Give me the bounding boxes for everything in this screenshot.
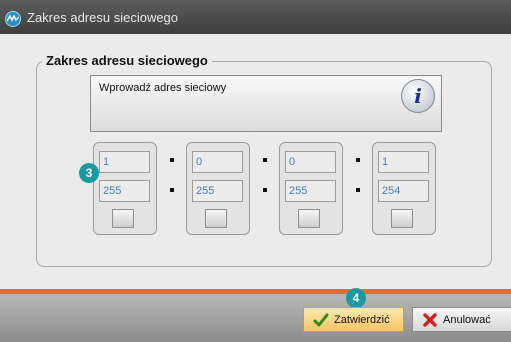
callout-badge-confirm: 4 — [346, 288, 366, 308]
octet-1-toggle-button[interactable] — [112, 209, 134, 228]
info-panel: Wprowadź adres sieciowy i — [90, 75, 442, 132]
app-logo-icon — [5, 11, 21, 27]
close-icon — [422, 312, 438, 328]
confirm-label: Zatwierdzić — [334, 314, 390, 326]
octet-separator-dot — [170, 158, 174, 162]
octet-separator-dot — [263, 188, 267, 192]
octet-separator-dot — [263, 158, 267, 162]
octet-1-start-field[interactable] — [99, 151, 150, 173]
octet-separator-dot — [356, 158, 360, 162]
info-text: Wprowadź adres sieciowy — [99, 82, 227, 94]
octet-3-start-field[interactable] — [285, 151, 336, 173]
octet-4-end-field[interactable] — [378, 180, 429, 202]
confirm-button[interactable]: Zatwierdzić — [303, 307, 404, 332]
octet-2-start-field[interactable] — [192, 151, 243, 173]
octet-3-toggle-button[interactable] — [298, 209, 320, 228]
octet-2-toggle-button[interactable] — [205, 209, 227, 228]
title-bar: Zakres adresu sieciowego — [0, 0, 511, 34]
octet-1 — [93, 142, 157, 235]
window-title: Zakres adresu sieciowego — [27, 10, 179, 25]
group-title: Zakres adresu sieciowego — [42, 53, 212, 68]
octet-2 — [186, 142, 250, 235]
checkmark-icon — [313, 312, 329, 328]
octet-3 — [279, 142, 343, 235]
octet-separator-dot — [170, 188, 174, 192]
octet-2-end-field[interactable] — [192, 180, 243, 202]
cancel-label: Anulować — [443, 314, 491, 326]
octet-separator-dot — [356, 188, 360, 192]
octet-4-toggle-button[interactable] — [391, 209, 413, 228]
callout-badge-fields: 3 — [79, 163, 99, 183]
octet-4 — [372, 142, 436, 235]
octet-3-end-field[interactable] — [285, 180, 336, 202]
octet-4-start-field[interactable] — [378, 151, 429, 173]
cancel-button[interactable]: Anulować — [412, 307, 511, 332]
info-icon: i — [401, 79, 435, 113]
octet-1-end-field[interactable] — [99, 180, 150, 202]
